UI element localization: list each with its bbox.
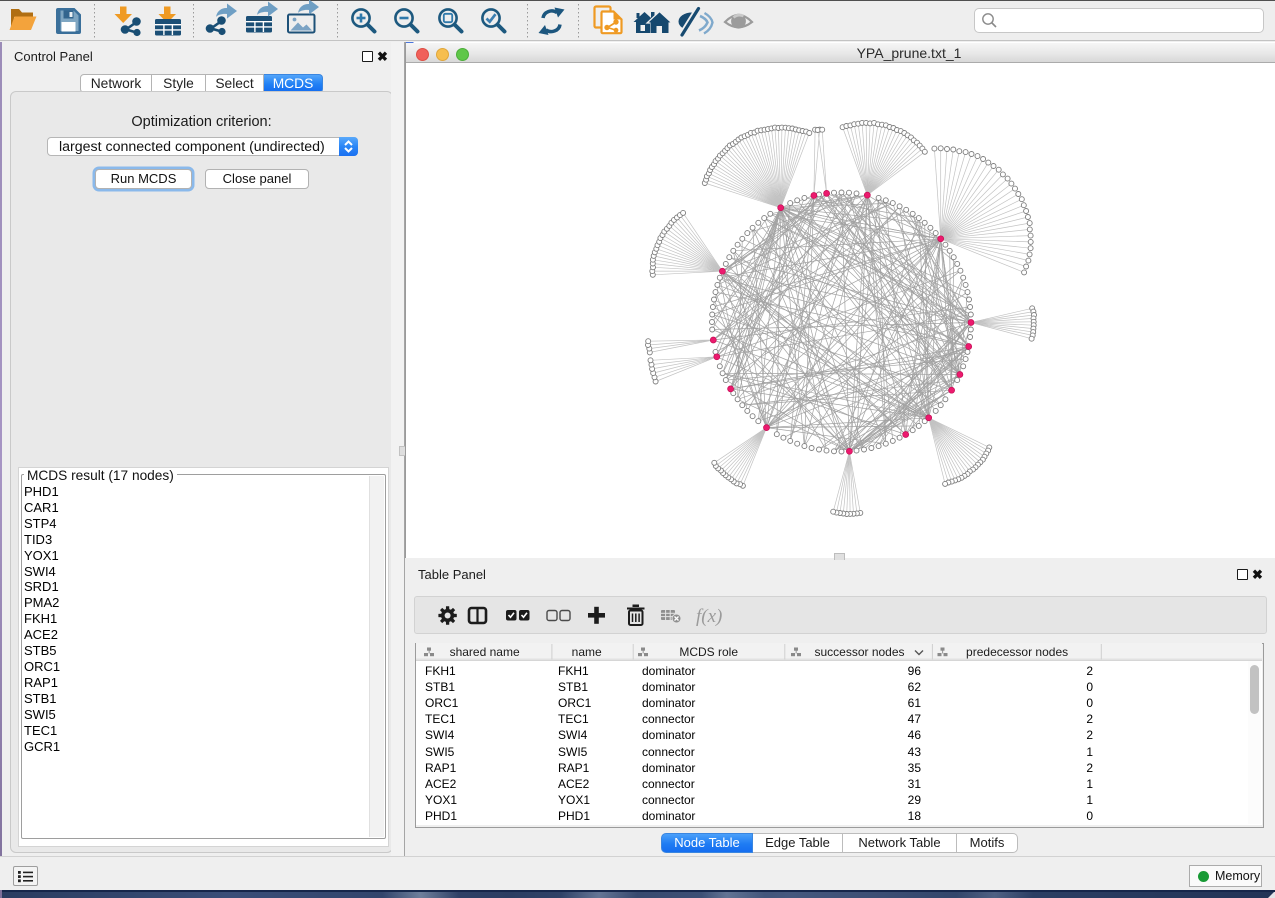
svg-text:f(x): f(x) <box>696 606 722 627</box>
